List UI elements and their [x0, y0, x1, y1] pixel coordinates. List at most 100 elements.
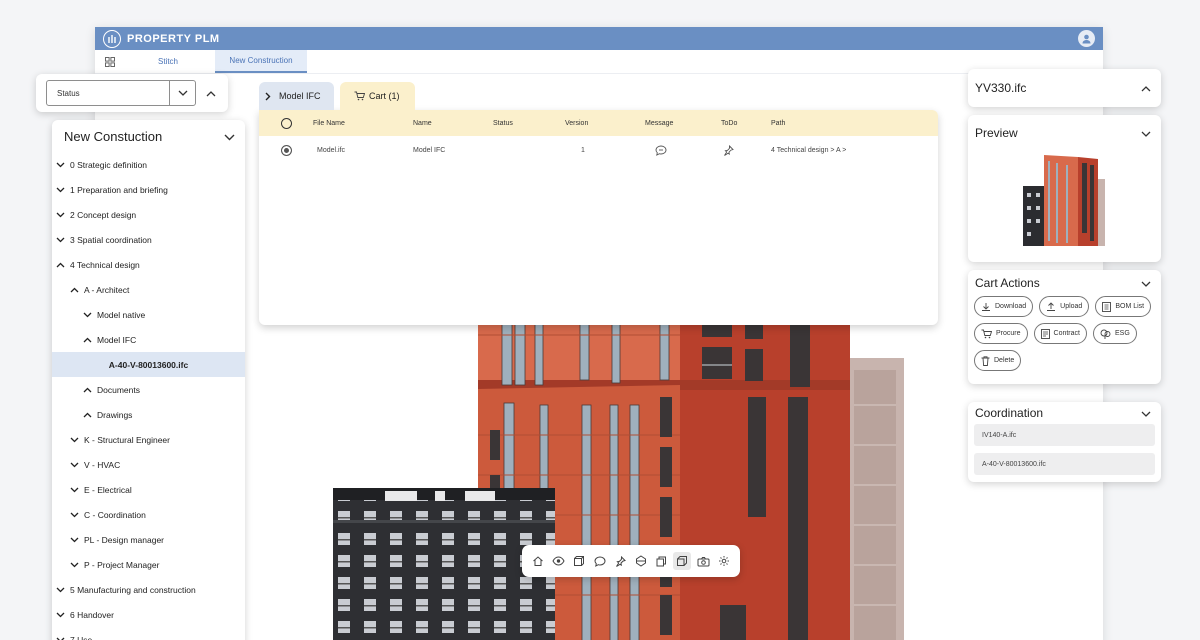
message-icon[interactable]: [645, 145, 721, 156]
chevron-down-icon[interactable]: [224, 129, 235, 144]
tree-item[interactable]: 6 Handover: [52, 602, 245, 627]
tree-list: 0 Strategic definition 1 Preparation and …: [52, 152, 245, 640]
tree-item[interactable]: K - Structural Engineer: [52, 427, 245, 452]
coordination-header[interactable]: Coordination: [968, 402, 1161, 424]
tree-item[interactable]: A - Architect: [52, 277, 245, 302]
select-all-radio[interactable]: [280, 117, 292, 129]
chevron-down-icon[interactable]: [81, 312, 94, 318]
tree-item[interactable]: 7 Use: [52, 627, 245, 640]
upload-button[interactable]: Upload: [1039, 296, 1090, 317]
tree-item[interactable]: 2 Concept design: [52, 202, 245, 227]
chevron-right-icon: [265, 92, 271, 101]
esg-button[interactable]: ESG: [1092, 323, 1137, 344]
box-view-icon[interactable]: [673, 552, 692, 570]
cube-outline-icon[interactable]: [570, 552, 588, 570]
chevron-up-icon[interactable]: [206, 84, 216, 102]
section-icon[interactable]: [632, 552, 650, 570]
cell-version: 1: [581, 146, 585, 154]
procure-label: Procure: [996, 330, 1021, 337]
chevron-down-icon[interactable]: [68, 512, 81, 518]
chevron-down-icon[interactable]: [54, 237, 67, 243]
download-button[interactable]: Download: [974, 296, 1034, 317]
cart-actions-list: Download Upload BOM List Procure Contrac…: [968, 296, 1161, 371]
trash-icon: [981, 355, 990, 366]
col-message[interactable]: Message: [645, 120, 721, 127]
chevron-down-icon[interactable]: [1141, 126, 1151, 140]
chevron-down-icon[interactable]: [54, 187, 67, 193]
coordination-title: Coordination: [975, 406, 1044, 420]
tree-header[interactable]: New Constuction: [52, 120, 245, 152]
tree-item[interactable]: 5 Manufacturing and construction: [52, 577, 245, 602]
chevron-down-icon[interactable]: [1141, 276, 1151, 290]
procure-button[interactable]: Procure: [974, 323, 1028, 344]
eye-icon[interactable]: [550, 552, 568, 570]
tree-item[interactable]: E - Electrical: [52, 477, 245, 502]
chevron-up-icon[interactable]: [81, 337, 94, 343]
file-info-header[interactable]: YV330.ifc: [968, 69, 1161, 107]
apps-grid-icon[interactable]: [99, 56, 121, 67]
pin-icon[interactable]: [721, 144, 771, 156]
tree-item[interactable]: Documents: [52, 377, 245, 402]
chevron-down-icon[interactable]: [54, 162, 67, 168]
chevron-down-icon[interactable]: [54, 587, 67, 593]
row-select-radio[interactable]: [280, 144, 292, 156]
pin-icon[interactable]: [612, 552, 630, 570]
col-version[interactable]: Version: [565, 120, 645, 127]
tab-stitch[interactable]: Stitch: [121, 51, 215, 72]
tree-item-label: Drawings: [97, 409, 133, 420]
chevron-up-icon[interactable]: [54, 262, 67, 268]
tab-model-ifc-label: Model IFC: [279, 91, 321, 101]
tab-new-construction[interactable]: New Construction: [215, 50, 307, 73]
cart-icon: [354, 91, 365, 101]
chevron-down-icon[interactable]: [54, 612, 67, 618]
tree-item[interactable]: Model native: [52, 302, 245, 327]
status-dropdown[interactable]: Status: [46, 80, 196, 106]
chevron-down-icon[interactable]: [68, 487, 81, 493]
coordination-item[interactable]: A-40-V-80013600.ifc: [974, 453, 1155, 475]
chevron-up-icon[interactable]: [68, 287, 81, 293]
col-todo[interactable]: ToDo: [721, 120, 771, 127]
chevron-down-icon[interactable]: [68, 462, 81, 468]
user-avatar-icon[interactable]: [1078, 30, 1095, 47]
table-row[interactable]: Model.ifc Model IFC 1 4 Technical design…: [259, 136, 938, 164]
delete-button[interactable]: Delete: [974, 350, 1022, 371]
chevron-down-icon[interactable]: [1141, 406, 1151, 420]
coordination-item[interactable]: IV140-A.ifc: [974, 424, 1155, 446]
tab-cart[interactable]: Cart (1): [340, 82, 415, 110]
tree-item[interactable]: Drawings: [52, 402, 245, 427]
tree-item[interactable]: 4 Technical design: [52, 252, 245, 277]
bom-list-button[interactable]: BOM List: [1095, 296, 1152, 317]
cell-file-name[interactable]: Model.ifc: [313, 147, 413, 154]
chevron-down-icon[interactable]: [54, 637, 67, 640]
col-file-name[interactable]: File Name: [313, 120, 413, 127]
chevron-down-icon[interactable]: [68, 537, 81, 543]
tree-item-selected-file[interactable]: A-40-V-80013600.ifc: [52, 352, 245, 377]
chevron-up-icon[interactable]: [81, 387, 94, 393]
contract-button[interactable]: Contract: [1033, 323, 1087, 344]
tree-item[interactable]: 1 Preparation and briefing: [52, 177, 245, 202]
chevron-down-icon[interactable]: [54, 212, 67, 218]
camera-icon[interactable]: [694, 552, 712, 570]
col-path[interactable]: Path: [771, 120, 931, 127]
layers-icon[interactable]: [653, 552, 671, 570]
tree-item[interactable]: 3 Spatial coordination: [52, 227, 245, 252]
tree-item[interactable]: P - Project Manager: [52, 552, 245, 577]
tree-item[interactable]: PL - Design manager: [52, 527, 245, 552]
chevron-up-icon[interactable]: [1141, 81, 1151, 95]
comment-icon[interactable]: [591, 552, 609, 570]
cart-actions-header[interactable]: Cart Actions: [968, 270, 1161, 296]
chevron-down-icon[interactable]: [169, 81, 195, 105]
col-name[interactable]: Name: [413, 120, 493, 127]
tab-model-ifc[interactable]: Model IFC: [259, 82, 334, 110]
home-icon[interactable]: [529, 552, 547, 570]
tree-item[interactable]: V - HVAC: [52, 452, 245, 477]
preview-header[interactable]: Preview: [968, 115, 1161, 151]
chevron-down-icon[interactable]: [68, 562, 81, 568]
col-status[interactable]: Status: [493, 120, 565, 127]
tree-item[interactable]: 0 Strategic definition: [52, 152, 245, 177]
settings-icon[interactable]: [715, 552, 733, 570]
chevron-down-icon[interactable]: [68, 437, 81, 443]
chevron-up-icon[interactable]: [81, 412, 94, 418]
tree-item[interactable]: C - Coordination: [52, 502, 245, 527]
tree-item[interactable]: Model IFC: [52, 327, 245, 352]
